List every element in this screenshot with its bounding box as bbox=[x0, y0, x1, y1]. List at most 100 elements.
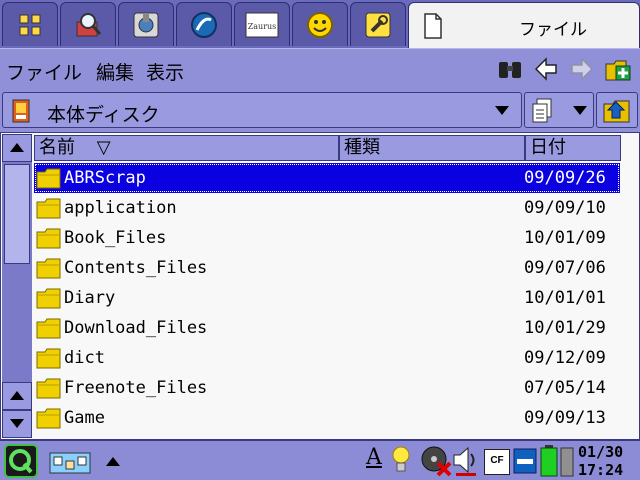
tab-zaurus[interactable]: Zaurus bbox=[234, 2, 290, 46]
file-row[interactable]: Contents_Files 09/07/06 bbox=[34, 253, 620, 283]
file-name: ABRScrap bbox=[64, 168, 146, 188]
tab-settings[interactable] bbox=[118, 2, 174, 46]
location-bar: 本体ディスク bbox=[0, 90, 640, 132]
parent-folder-button[interactable] bbox=[596, 92, 638, 128]
q-start-icon[interactable] bbox=[4, 444, 38, 478]
back-button[interactable] bbox=[532, 55, 560, 83]
file-date: 09/09/26 bbox=[524, 168, 606, 188]
search-tools-icon bbox=[76, 12, 102, 36]
folder-up-icon bbox=[603, 100, 630, 123]
folder-icon bbox=[36, 168, 61, 189]
file-list: 名前 ▽ 種類 日付 ABRScrap 09/09/26 application 09… bbox=[0, 132, 640, 440]
file-row[interactable]: Game 09/09/13 bbox=[34, 403, 620, 433]
file-row[interactable]: ABRScrap 09/09/26 bbox=[34, 163, 620, 193]
tab-tools[interactable] bbox=[60, 2, 116, 46]
sd-card-icon[interactable] bbox=[512, 447, 538, 475]
file-row[interactable]: Book_Files 10/01/09 bbox=[34, 223, 620, 253]
triangle-down-icon bbox=[10, 419, 24, 428]
forward-button[interactable] bbox=[568, 55, 596, 83]
scroll-down-button[interactable] bbox=[2, 410, 32, 438]
tab-file-manager[interactable]: ファイル bbox=[408, 2, 640, 48]
file-name: Book_Files bbox=[64, 228, 167, 248]
location-selected: 本体ディスク bbox=[47, 104, 160, 126]
chevron-down-icon bbox=[573, 106, 587, 115]
cf-card-indicator[interactable]: CF bbox=[484, 449, 510, 475]
documents-icon bbox=[532, 98, 552, 123]
column-name-label: 名前 bbox=[39, 137, 75, 158]
zaurus-logo-icon: Zaurus bbox=[245, 12, 279, 37]
file-name: Game bbox=[64, 408, 105, 428]
clock-time[interactable]: 17:24 bbox=[578, 461, 623, 479]
find-button[interactable] bbox=[496, 55, 524, 83]
file-name: application bbox=[64, 198, 177, 218]
folder-icon bbox=[36, 288, 61, 309]
tab-games[interactable] bbox=[292, 2, 348, 46]
binoculars-icon bbox=[499, 62, 521, 78]
file-date: 10/01/01 bbox=[524, 288, 606, 308]
speaker-icon[interactable] bbox=[452, 445, 480, 477]
storage-drive-icon bbox=[12, 99, 30, 123]
file-date: 07/05/14 bbox=[524, 378, 606, 398]
document-icon bbox=[424, 13, 442, 39]
file-date: 10/01/29 bbox=[524, 318, 606, 338]
forward-arrow-icon bbox=[571, 57, 594, 81]
scroll-up-button[interactable] bbox=[2, 134, 32, 162]
tab-apps[interactable] bbox=[2, 2, 58, 46]
folder-icon bbox=[36, 198, 61, 219]
app-tab-bar: Zaurus ファイル bbox=[0, 0, 640, 48]
tool-icon bbox=[365, 12, 391, 37]
smiley-icon bbox=[307, 11, 333, 38]
new-folder-button[interactable] bbox=[604, 55, 632, 83]
folder-icon bbox=[36, 258, 61, 279]
disc-muted-icon[interactable] bbox=[420, 445, 452, 477]
file-row[interactable]: Diary 10/01/01 bbox=[34, 283, 620, 313]
view-mode-combobox[interactable] bbox=[524, 92, 594, 128]
light-bulb-icon[interactable] bbox=[390, 445, 412, 475]
menu-view[interactable]: 表示 bbox=[146, 58, 184, 85]
file-row[interactable]: dict 09/12/09 bbox=[34, 343, 620, 373]
scroll-up-step-button[interactable] bbox=[2, 382, 32, 410]
file-date: 09/09/13 bbox=[524, 408, 606, 428]
battery-icon[interactable] bbox=[540, 445, 558, 477]
file-date: 09/07/06 bbox=[524, 258, 606, 278]
menubar: ファイル 編集 表示 bbox=[0, 48, 640, 90]
file-name: Download_Files bbox=[64, 318, 208, 338]
folder-icon bbox=[36, 378, 61, 399]
clock-date[interactable]: 01/30 bbox=[578, 443, 623, 461]
taskbar: A CF 01/30 17:24 bbox=[0, 440, 640, 480]
column-type-label: 種類 bbox=[344, 137, 380, 158]
column-header-name[interactable]: 名前 ▽ bbox=[34, 135, 339, 161]
folder-icon bbox=[36, 408, 61, 429]
back-arrow-icon bbox=[534, 57, 557, 81]
svg-text:Zaurus: Zaurus bbox=[248, 22, 277, 31]
file-date: 10/01/09 bbox=[524, 228, 606, 248]
folder-icon bbox=[36, 318, 61, 339]
column-header-type[interactable]: 種類 bbox=[339, 135, 525, 161]
scroll-thumb[interactable] bbox=[4, 164, 30, 264]
location-combobox[interactable]: 本体ディスク bbox=[2, 92, 522, 128]
file-date: 09/12/09 bbox=[524, 348, 606, 368]
tab-network[interactable] bbox=[176, 2, 232, 46]
apps-grid-icon bbox=[19, 14, 41, 35]
chevron-down-icon bbox=[495, 106, 509, 115]
triangle-up-icon[interactable] bbox=[106, 457, 120, 467]
file-row[interactable]: Freenote_Files 07/05/14 bbox=[34, 373, 620, 403]
tab-label: ファイル bbox=[519, 20, 587, 40]
file-row[interactable]: Download_Files 10/01/29 bbox=[34, 313, 620, 343]
triangle-up-icon bbox=[10, 143, 24, 152]
folder-icon bbox=[36, 348, 61, 369]
file-row[interactable]: application 09/09/10 bbox=[34, 193, 620, 223]
globe-icon bbox=[191, 11, 217, 38]
menu-edit[interactable]: 編集 bbox=[96, 58, 134, 85]
vertical-scrollbar[interactable] bbox=[2, 134, 32, 438]
tab-utilities[interactable] bbox=[350, 2, 406, 46]
file-name: Diary bbox=[64, 288, 116, 308]
input-method-icon[interactable] bbox=[48, 449, 94, 475]
ime-mode-indicator[interactable]: A bbox=[366, 445, 382, 470]
file-name: dict bbox=[64, 348, 105, 368]
column-header-date[interactable]: 日付 bbox=[525, 135, 621, 161]
memory-indicator-icon[interactable] bbox=[560, 445, 574, 477]
file-date: 09/09/10 bbox=[524, 198, 606, 218]
triangle-up-icon bbox=[10, 391, 24, 400]
menu-file[interactable]: ファイル bbox=[6, 58, 82, 85]
